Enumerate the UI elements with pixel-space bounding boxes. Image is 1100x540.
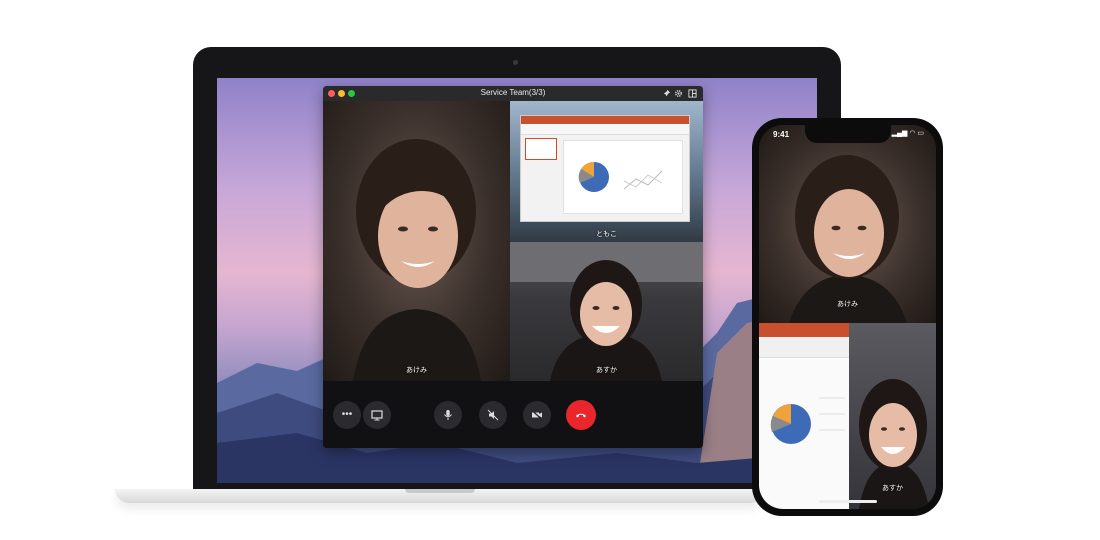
base-notch bbox=[405, 489, 475, 493]
phone-frame: 9:41 ▂▄▆ ◠ ▭ あけみ あすか bbox=[752, 118, 943, 516]
call-window: Service Team(3/3) あけみ ともこ あすか ••• bbox=[323, 86, 703, 448]
hang-up-button[interactable] bbox=[566, 400, 596, 430]
status-time: 9:41 bbox=[773, 130, 790, 139]
screen-share-icon bbox=[371, 410, 383, 421]
doc-ribbon bbox=[759, 337, 849, 358]
video-tile-main[interactable]: あけみ bbox=[323, 101, 510, 381]
participant-video-phone-third bbox=[859, 379, 929, 509]
speaker-mute-icon bbox=[487, 409, 499, 421]
title-bar: Service Team(3/3) bbox=[323, 86, 703, 101]
phone-participant-name-main: あけみ bbox=[837, 301, 858, 308]
screen-share-button[interactable] bbox=[363, 401, 391, 429]
participant-name-share: ともこ bbox=[596, 231, 617, 238]
more-options-button[interactable]: ••• bbox=[333, 401, 361, 429]
pie-chart-thumbnail bbox=[578, 161, 663, 192]
more-icon: ••• bbox=[341, 409, 353, 420]
phone-video-third[interactable]: あすか bbox=[849, 323, 936, 509]
laptop-frame: Service Team(3/3) あけみ ともこ あすか ••• bbox=[193, 47, 841, 489]
camera-icon bbox=[531, 410, 543, 420]
home-indicator[interactable] bbox=[819, 500, 877, 503]
participant-video-phone-main bbox=[789, 155, 907, 323]
phone-participant-name-third: あすか bbox=[882, 485, 903, 492]
camera-button[interactable] bbox=[523, 401, 551, 429]
phone-screen-share[interactable] bbox=[759, 323, 849, 509]
video-tile-third[interactable]: あすか bbox=[510, 242, 703, 381]
participant-video-third bbox=[510, 242, 703, 381]
window-title: Service Team(3/3) bbox=[480, 88, 546, 97]
shared-presentation bbox=[520, 115, 690, 222]
participant-name-main: あけみ bbox=[406, 367, 427, 374]
pin-icon[interactable] bbox=[662, 89, 671, 98]
screen-share-tile[interactable]: ともこ bbox=[510, 101, 703, 242]
phone-screen: 9:41 ▂▄▆ ◠ ▭ あけみ あすか bbox=[759, 125, 936, 509]
microphone-icon bbox=[444, 410, 452, 420]
participant-video-main bbox=[353, 139, 481, 381]
phone-video-main[interactable]: あけみ bbox=[759, 125, 936, 323]
hang-up-icon bbox=[576, 413, 586, 418]
camera-dot bbox=[513, 60, 518, 65]
desktop-screen: Service Team(3/3) あけみ ともこ あすか ••• bbox=[217, 78, 817, 483]
status-icons: ▂▄▆ ◠ ▭ bbox=[891, 130, 924, 137]
microphone-button[interactable] bbox=[434, 401, 462, 429]
doc-toolbar bbox=[759, 323, 849, 337]
participant-name-third: あすか bbox=[596, 367, 617, 374]
phone-notch bbox=[805, 125, 891, 143]
phone-pie-chart bbox=[770, 397, 845, 444]
laptop-base bbox=[115, 489, 765, 503]
gear-icon[interactable] bbox=[674, 89, 683, 98]
speaker-mute-button[interactable] bbox=[479, 401, 507, 429]
layout-icon[interactable] bbox=[688, 89, 697, 98]
call-controls-bar: ••• bbox=[323, 381, 703, 448]
